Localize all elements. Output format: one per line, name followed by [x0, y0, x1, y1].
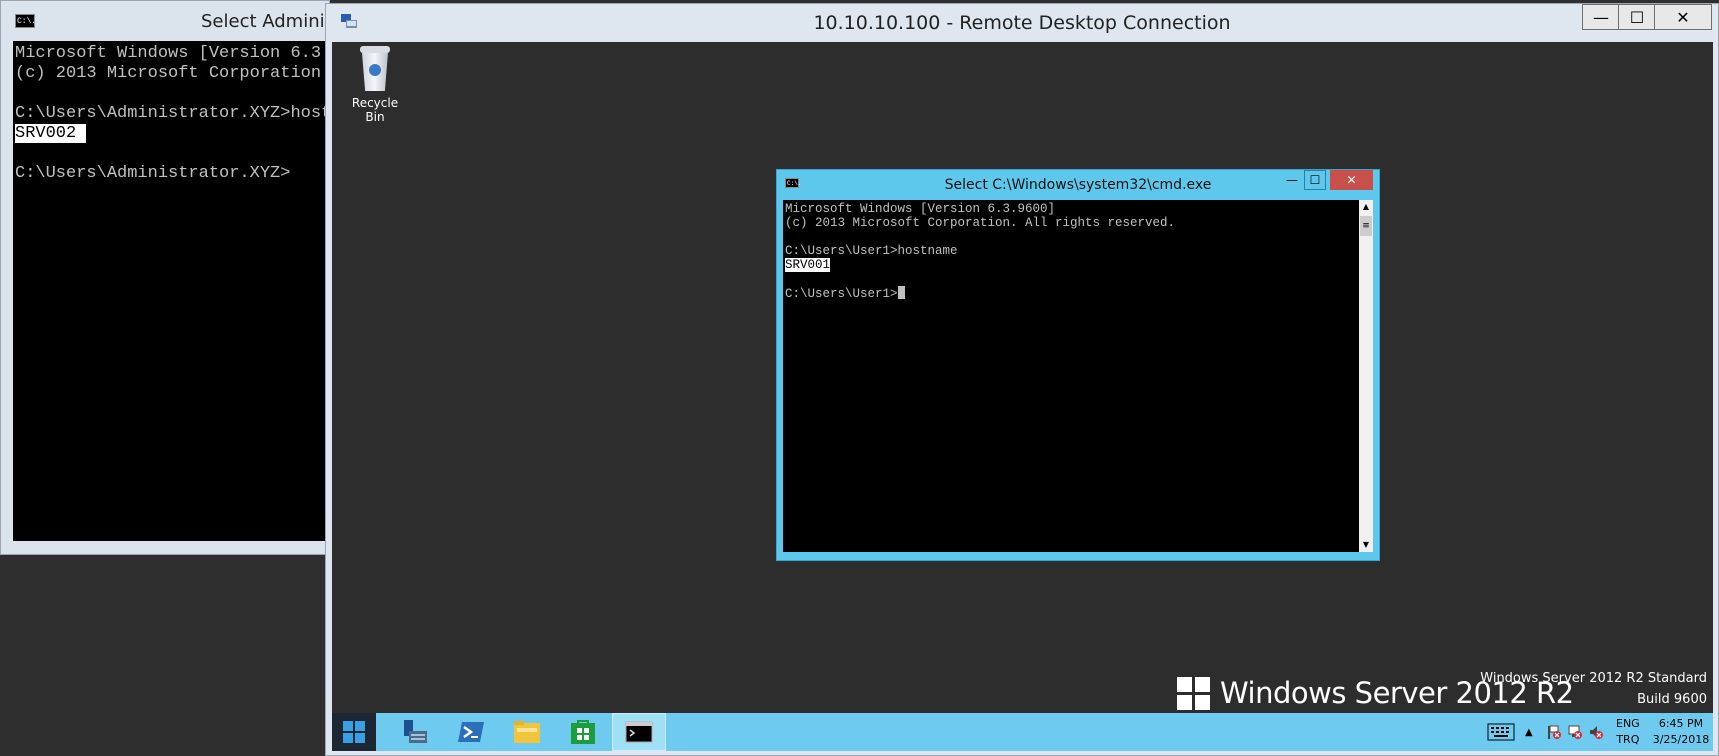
hostname-output-selected: SRV001	[785, 258, 831, 272]
taskbar[interactable]: ▲ ENG TRQ 6:45 PM 3/25/2018	[332, 713, 1713, 751]
console-line: (c) 2013 Microsoft Corporation. All righ…	[785, 216, 1176, 230]
action-center-flag-icon[interactable]	[1546, 713, 1562, 751]
start-button[interactable]	[332, 713, 376, 751]
recycle-bin-icon	[358, 46, 392, 92]
local-cmd-window[interactable]: C:\. Select Administrator: C:\Windows\sy…	[0, 0, 678, 555]
language-code: ENG	[1616, 717, 1640, 730]
network-icon[interactable]	[1567, 713, 1583, 751]
keyboard-layout: TRQ	[1616, 733, 1640, 746]
folder-icon	[514, 721, 540, 743]
show-hidden-icons-button[interactable]: ▲	[1525, 713, 1533, 751]
windows-start-icon	[343, 721, 365, 743]
taskbar-powershell[interactable]	[444, 713, 498, 751]
taskbar-cmd[interactable]	[612, 713, 666, 751]
remote-cmd-window[interactable]: C:\. Select C:\Windows\system32\cmd.exe …	[776, 169, 1380, 561]
remote-cmd-scrollbar[interactable]: ▲ ≡ ▼	[1359, 200, 1373, 552]
taskbar-file-explorer[interactable]	[500, 713, 554, 751]
console-line: (c) 2013 Microsoft Corporation. All righ…	[15, 64, 331, 83]
cmd-icon: C:\.	[15, 14, 36, 28]
cmd-taskbar-icon	[625, 721, 653, 743]
console-prompt: C:\Users\Administrator.XYZ>	[15, 164, 291, 183]
rdp-minimize-button[interactable]: —	[1582, 4, 1620, 30]
volume-icon[interactable]	[1588, 713, 1604, 751]
text-cursor	[897, 286, 905, 299]
rdp-close-button[interactable]: ✕	[1654, 4, 1712, 30]
console-prompt: C:\Users\User1>	[785, 287, 898, 301]
console-line: Microsoft Windows [Version 6.3.9600]	[15, 44, 331, 63]
os-build: Build 9600	[1637, 692, 1707, 707]
rdp-title: 10.10.10.100 - Remote Desktop Connection	[813, 12, 1231, 34]
rdp-maximize-button[interactable]: ☐	[1618, 4, 1656, 30]
console-line: C:\Users\Administrator.XYZ>hostname	[15, 104, 331, 123]
touch-keyboard-icon[interactable]	[1487, 713, 1515, 751]
remote-cmd-close-button[interactable]: ✕	[1330, 170, 1373, 190]
recycle-bin-desktop-icon[interactable]: Recycle Bin	[342, 46, 408, 124]
clock-time: 6:45 PM	[1658, 717, 1704, 730]
input-language[interactable]: ENG TRQ	[1616, 713, 1640, 751]
windows-logo-icon	[1177, 676, 1210, 710]
rdp-window[interactable]: 10.10.10.100 - Remote Desktop Connection…	[325, 3, 1719, 756]
hostname-output-selected: SRV002	[15, 124, 87, 143]
rdp-titlebar[interactable]: 10.10.10.100 - Remote Desktop Connection…	[326, 4, 1718, 42]
remote-cmd-maximize-button[interactable]: ☐	[1304, 170, 1326, 190]
recycle-bin-label: Recycle Bin	[351, 96, 399, 124]
taskbar-server-manager[interactable]	[388, 713, 442, 751]
os-edition-watermark: Windows Server 2012 R2 Standard Build 96…	[1480, 668, 1707, 710]
powershell-icon	[458, 722, 484, 742]
os-edition: Windows Server 2012 R2 Standard	[1480, 671, 1707, 686]
taskbar-store[interactable]	[556, 713, 610, 751]
remote-desktop[interactable]: Recycle Bin C:\. Select C:\Windows\syste…	[332, 42, 1713, 751]
remote-cmd-minimize-button[interactable]: —	[1280, 170, 1304, 190]
clock[interactable]: 6:45 PM 3/25/2018	[1652, 713, 1710, 751]
local-cmd-titlebar[interactable]: C:\. Select Administrator: C:\Windows\sy…	[1, 1, 678, 41]
console-line: C:\Users\User1>hostname	[785, 244, 958, 258]
scroll-thumb[interactable]: ≡	[1360, 216, 1372, 236]
server-manager-icon	[404, 720, 427, 743]
scroll-down-arrow-icon[interactable]: ▼	[1359, 538, 1373, 552]
local-cmd-console[interactable]: Microsoft Windows [Version 6.3.9600] (c)…	[13, 41, 331, 541]
console-line: Microsoft Windows [Version 6.3.9600]	[785, 202, 1056, 216]
remote-cmd-console[interactable]: Microsoft Windows [Version 6.3.9600] (c)…	[783, 200, 1359, 552]
scroll-up-arrow-icon[interactable]: ▲	[1359, 200, 1373, 214]
clock-date: 3/25/2018	[1652, 733, 1710, 746]
store-icon	[571, 720, 595, 744]
